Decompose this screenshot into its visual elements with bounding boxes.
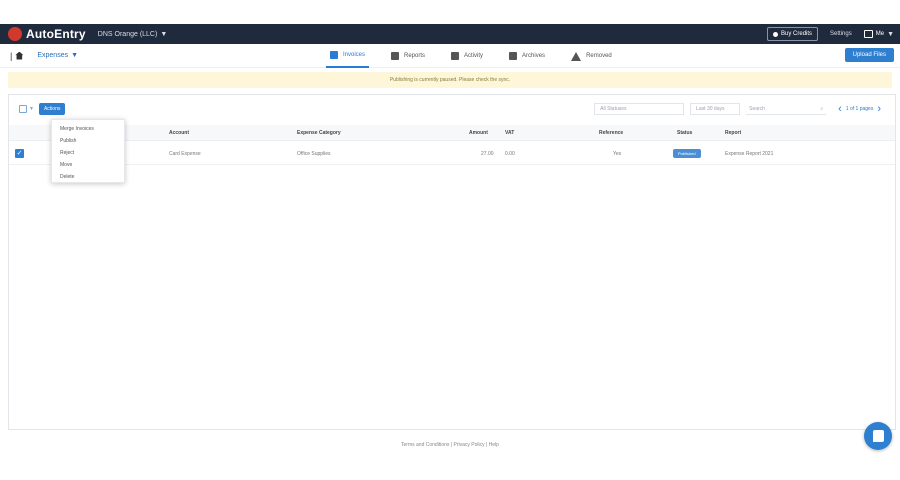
logo-text: AutoEntry <box>26 27 86 41</box>
chevron-down-icon: ▼ <box>160 30 168 38</box>
user-icon <box>863 30 873 38</box>
table-header: Account Expense Category Amount VAT Refe… <box>9 125 895 141</box>
notice-text: Publishing is currently paused. Please c… <box>389 77 511 83</box>
tab-label: Invoices <box>343 52 366 58</box>
tab-activity[interactable]: Activity <box>447 44 487 68</box>
logo-icon <box>8 27 22 41</box>
filter-bar: All Statuses Last 30 days Search ⌕ ‹ 1 o… <box>588 103 885 115</box>
cell-reference: Yes <box>613 151 622 157</box>
tab-label: Activity <box>464 53 484 59</box>
document-type-label: Expenses <box>37 52 69 59</box>
chevron-down-icon: ▼ <box>887 30 894 38</box>
organization-selector[interactable]: DNS Orange (LLC) ▼ <box>98 31 167 38</box>
tab-label: Archives <box>522 53 546 59</box>
date-filter-value: Last 30 days <box>696 106 725 112</box>
credits-icon <box>773 31 779 37</box>
column-header-category[interactable]: Expense Category <box>297 130 341 136</box>
chevron-down-icon[interactable]: ▼ <box>29 106 34 112</box>
cell-account: Card Expense <box>169 151 201 157</box>
search-icon: ⌕ <box>820 105 824 112</box>
search-placeholder: Search <box>749 105 765 112</box>
column-header-status[interactable]: Status <box>677 130 692 136</box>
select-all-checkbox[interactable] <box>19 105 27 113</box>
chat-icon <box>872 430 884 442</box>
menu-item-delete[interactable]: Delete <box>52 171 124 183</box>
bulk-toolbar: ▼ Actions <box>19 103 66 115</box>
pager-text: 1 of 1 pages <box>845 106 874 112</box>
cell-vat: 0.00 <box>505 151 515 157</box>
column-header-account[interactable]: Account <box>169 130 189 136</box>
warning-icon <box>571 51 582 61</box>
documents-panel: ▼ Actions Merge Invoices Publish Reject … <box>8 94 896 430</box>
prev-page-icon[interactable]: ‹ <box>838 103 842 115</box>
invoices-icon <box>330 51 338 59</box>
menu-item-publish[interactable]: Publish <box>52 135 124 147</box>
home-link[interactable]: | <box>10 50 24 61</box>
archive-icon <box>509 52 518 60</box>
menu-item-merge[interactable]: Merge Invoices <box>52 123 124 135</box>
reports-icon <box>391 52 400 60</box>
column-header-reference[interactable]: Reference <box>599 130 623 136</box>
footer-links[interactable]: Terms and Conditions | Privacy Policy | … <box>401 442 499 448</box>
column-header-vat[interactable]: VAT <box>505 130 514 136</box>
activity-icon <box>451 52 460 60</box>
status-filter-value: All Statuses <box>600 106 627 112</box>
status-filter[interactable]: All Statuses <box>594 103 685 115</box>
menu-item-move[interactable]: Move <box>52 159 124 171</box>
tab-label: Removed <box>586 53 612 59</box>
tab-invoices[interactable]: Invoices <box>326 44 370 68</box>
nav-separator: | <box>10 50 13 61</box>
tab-removed[interactable]: Removed <box>567 44 616 68</box>
footer: Terms and Conditions | Privacy Policy | … <box>0 442 900 448</box>
tab-archives[interactable]: Archives <box>505 44 549 68</box>
pagination: ‹ 1 of 1 pages › <box>834 103 885 115</box>
tab-label: Reports <box>404 53 426 59</box>
cell-amount: 27.00 <box>481 151 494 157</box>
menu-item-reject[interactable]: Reject <box>52 147 124 159</box>
document-type-selector[interactable]: Expenses ▼ <box>37 52 78 59</box>
autoentry-logo[interactable]: AutoEntry <box>8 27 86 41</box>
buy-credits-label: Buy Credits <box>781 31 813 37</box>
settings-link[interactable]: Settings <box>830 31 852 37</box>
cell-report[interactable]: Expense Report 2021 <box>725 151 773 157</box>
user-name: Me <box>875 31 885 37</box>
next-page-icon[interactable]: › <box>877 103 881 115</box>
status-badge: Published <box>673 149 701 158</box>
home-icon <box>15 51 24 60</box>
row-checkbox[interactable]: ✓ <box>15 149 24 158</box>
buy-credits-button[interactable]: Buy Credits <box>767 27 819 41</box>
date-filter[interactable]: Last 30 days <box>690 103 741 115</box>
column-header-report[interactable]: Report <box>725 130 741 136</box>
table-row[interactable]: ✓ Card Expense Office Supplies 27.00 0.0… <box>9 143 895 165</box>
actions-dropdown-menu: Merge Invoices Publish Reject Move Delet… <box>51 119 125 183</box>
top-bar: AutoEntry DNS Orange (LLC) ▼ Buy Credits… <box>0 24 900 44</box>
search-input[interactable]: Search ⌕ <box>746 103 827 115</box>
actions-button[interactable]: Actions <box>38 103 66 115</box>
notice-banner: Publishing is currently paused. Please c… <box>8 72 892 88</box>
chat-support-button[interactable] <box>864 422 892 450</box>
upload-files-button[interactable]: Upload Files <box>844 48 894 62</box>
nav-tabs: Invoices Reports Activity Archives Remov… <box>326 44 634 68</box>
user-menu[interactable]: Me ▼ <box>863 30 894 38</box>
tab-reports[interactable]: Reports <box>387 44 429 68</box>
organization-name: DNS Orange (LLC) <box>97 30 158 38</box>
chevron-down-icon: ▼ <box>71 52 79 59</box>
main-nav: | Expenses ▼ Invoices Reports Activity A… <box>0 44 900 68</box>
cell-category: Office Supplies <box>297 151 331 157</box>
column-header-amount[interactable]: Amount <box>469 130 488 136</box>
